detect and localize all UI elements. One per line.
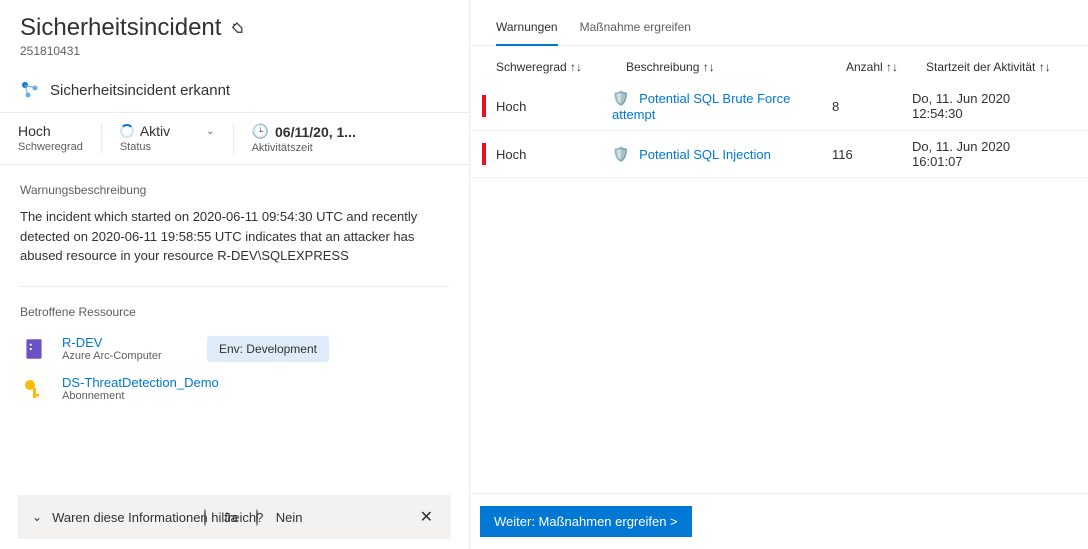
feedback-no[interactable]: Nein	[276, 510, 303, 525]
resource-sub: Abonnement	[62, 390, 219, 402]
status-cell[interactable]: Aktiv ⌄ Status	[102, 123, 234, 154]
severity-indicator	[482, 143, 486, 165]
incident-icon	[20, 80, 40, 100]
footer: Weiter: Maßnahmen ergreifen >	[470, 493, 1088, 549]
resources-title: Betroffene Ressource	[20, 305, 449, 319]
severity-indicator	[482, 95, 486, 117]
column-count[interactable]: Anzahl ↑↓	[846, 60, 926, 74]
table-row[interactable]: Hoch 🛡️ Potential SQL Injection 116 Do, …	[470, 131, 1088, 178]
stat-bar: Hoch Schweregrad Aktiv ⌄ Status 🕒 06/11/…	[0, 112, 469, 165]
pin-icon[interactable]	[228, 17, 251, 40]
env-tag: Env: Development	[207, 336, 329, 362]
status-value: Aktiv	[140, 123, 170, 139]
chevron-down-icon[interactable]: ⌄	[206, 126, 214, 137]
key-icon	[20, 375, 48, 403]
cell-description[interactable]: 🛡️ Potential SQL Injection	[612, 146, 832, 163]
description-title: Warnungsbeschreibung	[20, 183, 449, 197]
feedback-bar: ⌄ Waren diese Informationen hilfreich? J…	[18, 495, 451, 539]
shield-icon: 🛡️	[612, 146, 629, 162]
cell-count: 116	[832, 147, 912, 162]
time-cell: 🕒 06/11/20, 1... Aktivitätszeit	[234, 123, 469, 154]
cell-severity: Hoch	[496, 99, 612, 114]
status-label: Status	[120, 141, 215, 153]
shield-icon: 🛡️	[612, 90, 629, 106]
alert-link[interactable]: Potential SQL Injection	[639, 147, 771, 162]
column-start[interactable]: Startzeit der Aktivität ↑↓	[926, 60, 1062, 74]
time-value: 06/11/20, 1...	[275, 124, 356, 140]
server-icon	[20, 335, 48, 363]
time-label: Aktivitätszeit	[252, 142, 451, 154]
incident-id: 251810431	[20, 44, 449, 58]
details-pane: Sicherheitsincident 251810431 Sicherheit…	[0, 0, 470, 549]
clock-icon: 🕒	[252, 123, 269, 140]
alerts-table: Schweregrad ↑↓ Beschreibung ↑↓ Anzahl ↑↓…	[470, 46, 1088, 178]
cell-count: 8	[832, 99, 912, 114]
alerts-pane: Warnungen Maßnahme ergreifen Schweregrad…	[470, 0, 1088, 549]
cell-start: Do, 11. Jun 2020 12:54:30	[912, 91, 1062, 121]
header: Sicherheitsincident 251810431	[0, 0, 469, 62]
alert-link[interactable]: Potential SQL Brute Force attempt	[612, 91, 790, 122]
resource-row[interactable]: R-DEV Azure Arc-Computer Env: Developmen…	[20, 329, 449, 369]
resource-sub: Azure Arc-Computer	[62, 350, 162, 362]
table-row[interactable]: Hoch 🛡️ Potential SQL Brute Force attemp…	[470, 82, 1088, 131]
close-icon[interactable]: ✕	[416, 507, 437, 527]
severity-label: Schweregrad	[18, 141, 83, 153]
feedback-yes[interactable]: Ja	[224, 510, 238, 525]
resources-section: Betroffene Ressource R-DEV Azure Arc-Com…	[0, 287, 469, 413]
resource-name[interactable]: R-DEV	[62, 335, 162, 350]
table-header: Schweregrad ↑↓ Beschreibung ↑↓ Anzahl ↑↓…	[470, 60, 1088, 74]
tab-bar: Warnungen Maßnahme ergreifen	[470, 0, 1088, 46]
cell-description[interactable]: 🛡️ Potential SQL Brute Force attempt	[612, 90, 832, 122]
column-description[interactable]: Beschreibung ↑↓	[626, 60, 846, 74]
page-title: Sicherheitsincident	[20, 14, 221, 42]
thumb-up-icon[interactable]	[204, 510, 206, 525]
next-actions-button[interactable]: Weiter: Maßnahmen ergreifen >	[480, 506, 692, 537]
description-section: Warnungsbeschreibung The incident which …	[0, 165, 469, 270]
column-severity[interactable]: Schweregrad ↑↓	[496, 60, 626, 74]
thumb-down-icon[interactable]	[256, 510, 258, 525]
severity-cell: Hoch Schweregrad	[0, 123, 102, 154]
resource-name[interactable]: DS-ThreatDetection_Demo	[62, 375, 219, 390]
tab-action[interactable]: Maßnahme ergreifen	[580, 20, 691, 45]
chevron-down-icon[interactable]: ⌄	[32, 510, 42, 524]
tab-alerts[interactable]: Warnungen	[496, 20, 558, 46]
cell-severity: Hoch	[496, 147, 612, 162]
severity-value: Hoch	[18, 123, 83, 139]
cell-start: Do, 11. Jun 2020 16:01:07	[912, 139, 1062, 169]
resource-row[interactable]: DS-ThreatDetection_Demo Abonnement	[20, 369, 449, 409]
status-spinner-icon	[120, 124, 134, 138]
incident-label: Sicherheitsincident erkannt	[50, 82, 230, 99]
description-text: The incident which started on 2020-06-11…	[20, 207, 449, 266]
